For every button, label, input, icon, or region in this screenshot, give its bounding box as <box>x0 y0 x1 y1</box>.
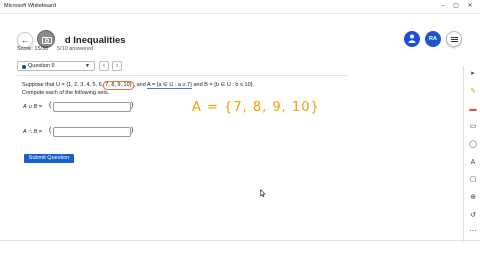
set-u-highlight: 7, 8, 9, 10} <box>103 81 134 90</box>
question-status-dot <box>22 64 26 69</box>
handwritten-annotation: A = {7, 8, 9, 10} <box>192 100 320 115</box>
right-brace: ) <box>131 127 134 134</box>
union-label: A ∪ B = <box>23 104 42 110</box>
bottom-divider <box>0 240 480 241</box>
left-brace: ( <box>49 102 52 109</box>
set-b-definition: B = {b ∈ U : b ≤ 10} <box>204 82 253 88</box>
question-select[interactable]: Question 9 ▼ <box>17 61 95 71</box>
person-icon <box>408 34 416 43</box>
problem-instruction: Compute each of the following sets. <box>22 90 110 96</box>
window-title: Microsoft Whiteboard <box>4 3 56 9</box>
right-brace: ) <box>131 102 134 109</box>
mouse-cursor-icon <box>260 189 266 197</box>
eraser-tool-icon[interactable]: ▭ <box>467 121 479 132</box>
arrow-left-icon: ← <box>20 35 30 45</box>
hamburger-icon <box>451 37 458 38</box>
problem-text: Suppose that U = {1, 2, 3, 4, 5, 6, 7, 8,… <box>22 81 254 97</box>
undo-icon[interactable]: ↺ <box>467 210 479 221</box>
problem-conj2: and <box>191 82 205 88</box>
set-a-definition: A = {a ∈ U : a ≥ 7} <box>146 82 192 89</box>
user-button[interactable] <box>404 31 420 47</box>
sticky-note-icon[interactable]: ▢ <box>467 174 479 185</box>
problem-period: . <box>252 82 255 88</box>
whiteboard-toolbar: ▸ ✎ ▬ ▭ ◯ A ▢ ⊕ ↺ ⋯ <box>463 66 480 242</box>
next-question-button[interactable]: › <box>112 61 122 71</box>
camera-icon <box>42 37 52 44</box>
avatar[interactable]: RA <box>425 31 441 47</box>
caret-down-icon: ▼ <box>85 63 90 69</box>
text-tool-icon[interactable]: A <box>467 157 479 168</box>
submit-question-button[interactable]: Submit Question <box>24 154 74 163</box>
page-title: pd Inequalities <box>43 35 126 46</box>
more-tools-icon[interactable]: ⋯ <box>467 226 479 237</box>
intersection-label: A ∩ B = <box>23 129 42 135</box>
score-text: Score: 15/30 <box>17 46 49 52</box>
highlighter-tool-icon[interactable]: ▬ <box>467 104 479 115</box>
set-u-definition: U = {1, 2, 3, 4, 5, 6, <box>55 82 104 88</box>
select-tool-icon[interactable]: ▸ <box>467 68 479 79</box>
hamburger-line <box>451 39 458 40</box>
hamburger-line <box>451 41 458 42</box>
problem-intro: Suppose that <box>22 82 56 88</box>
window-titlebar: Microsoft Whiteboard – ▢ ✕ <box>0 0 480 14</box>
left-brace: ( <box>49 127 52 134</box>
divider <box>17 75 347 76</box>
insert-image-icon[interactable]: ⊕ <box>467 192 479 203</box>
menu-button[interactable] <box>446 31 462 47</box>
maximize-button[interactable]: ▢ <box>451 3 461 10</box>
problem-conj1: , and <box>133 82 147 88</box>
intersection-answer-input[interactable] <box>53 127 131 137</box>
close-button[interactable]: ✕ <box>465 3 475 10</box>
lasso-tool-icon[interactable]: ◯ <box>467 139 479 150</box>
union-answer-input[interactable] <box>53 102 131 112</box>
question-select-value: Question 9 <box>28 63 55 69</box>
page-title-right: d Inequalities <box>64 35 126 46</box>
answered-count: 5/10 answered <box>57 46 94 52</box>
minimize-button[interactable]: – <box>438 3 448 10</box>
prev-question-button[interactable]: ‹ <box>99 61 109 71</box>
pen-tool-icon[interactable]: ✎ <box>467 86 479 97</box>
